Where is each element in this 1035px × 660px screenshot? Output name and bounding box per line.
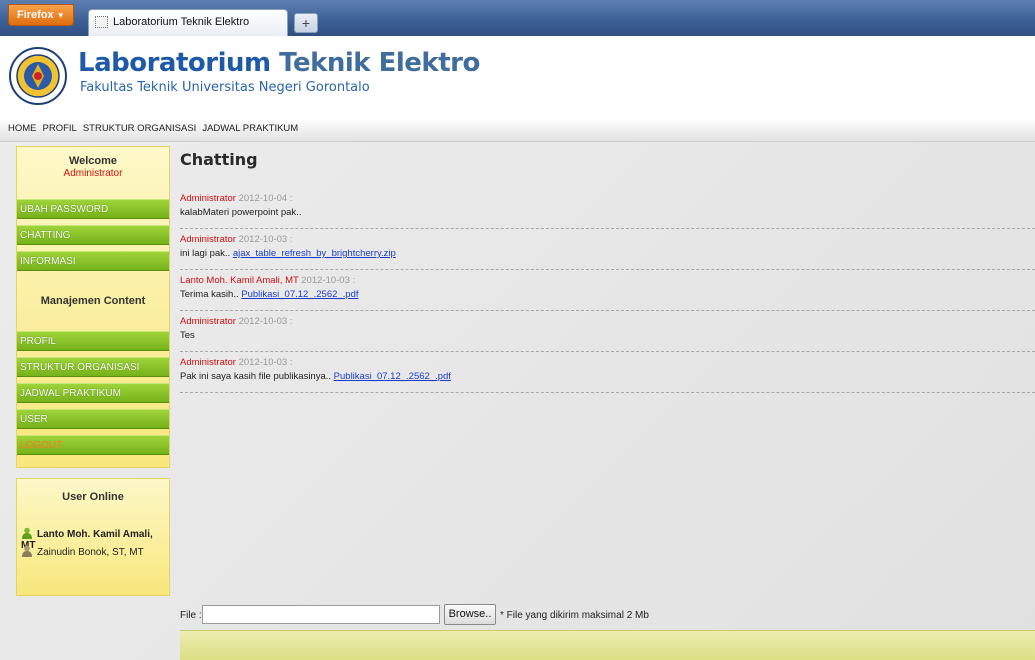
message-text: ini lagi pak.. <box>180 248 233 259</box>
top-navigation: HOME PROFIL STRUKTUR ORGANISASI JADWAL P… <box>0 118 1035 142</box>
menu-profil[interactable]: PROFIL <box>17 331 169 351</box>
nav-home[interactable]: HOME <box>8 118 37 140</box>
file-upload-row: File : Browse.. * File yang dikirim maks… <box>180 604 1035 628</box>
site-title-part1: Laboratorium <box>78 48 271 78</box>
chat-message: Lanto Moh. Kamil Amali, MT 2012-10-03 : … <box>180 270 1035 311</box>
firefox-menu-button[interactable]: Firefox ▼ <box>8 4 74 26</box>
chat-message: Administrator 2012-10-03 : ini lagi pak.… <box>180 229 1035 270</box>
file-size-note: * File yang dikirim maksimal 2 Mb <box>500 610 649 621</box>
university-seal-icon <box>9 47 67 105</box>
chat-input-bar[interactable] <box>180 630 1035 660</box>
file-path-input[interactable] <box>202 605 440 624</box>
nav-struktur-organisasi[interactable]: STRUKTUR ORGANISASI <box>83 118 197 140</box>
chat-message: Administrator 2012-10-03 : Pak ini saya … <box>180 352 1035 393</box>
chat-message: Administrator 2012-10-03 : Tes <box>180 311 1035 352</box>
browser-titlebar: Firefox ▼ Laboratorium Teknik Elektro + <box>0 0 1035 36</box>
message-author: Administrator <box>180 234 236 245</box>
plus-icon: + <box>301 15 311 31</box>
message-date: 2012-10-03 : <box>301 275 356 286</box>
user-online-panel: User Online Lanto Moh. Kamil Amali, MT Z… <box>16 478 170 596</box>
chat-message-list: Administrator 2012-10-04 : kalabMateri p… <box>180 188 1035 393</box>
menu-panel: Welcome Administrator UBAH PASSWORD CHAT… <box>16 146 170 468</box>
user-online-title: User Online <box>62 491 124 503</box>
site-title-part2: Teknik Elektro <box>279 48 480 78</box>
message-text: Terima kasih.. <box>180 289 242 300</box>
sidebar: Welcome Administrator UBAH PASSWORD CHAT… <box>16 146 170 596</box>
site-header: Laboratorium Teknik Elektro Fakultas Tek… <box>0 36 1035 118</box>
nav-jadwal-praktikum[interactable]: JADWAL PRAKTIKUM <box>202 118 298 140</box>
nav-profil[interactable]: PROFIL <box>43 118 77 140</box>
message-text: kalabMateri powerpoint pak.. <box>180 207 302 218</box>
message-author: Administrator <box>180 193 236 204</box>
user-idle-icon <box>22 545 32 557</box>
message-author: Lanto Moh. Kamil Amali, MT <box>180 275 299 286</box>
site-title: Laboratorium Teknik Elektro <box>78 48 480 78</box>
message-author: Administrator <box>180 357 236 368</box>
attachment-link[interactable]: Publikasi_07.12_.2562_.pdf <box>241 289 358 300</box>
message-text: Pak ini saya kasih file publikasinya.. <box>180 371 334 382</box>
menu-user[interactable]: USER <box>17 409 169 429</box>
message-date: 2012-10-03 : <box>238 234 293 245</box>
attachment-link[interactable]: Publikasi_07.12_.2562_.pdf <box>334 371 451 382</box>
menu-struktur-organisasi[interactable]: STRUKTUR ORGANISASI <box>17 357 169 377</box>
firefox-menu-label: Firefox <box>17 9 54 21</box>
content-management-title: Manajemen Content <box>40 295 146 307</box>
message-date: 2012-10-03 : <box>238 316 293 327</box>
chevron-down-icon: ▼ <box>56 11 65 20</box>
user-online-icon <box>22 527 32 539</box>
browser-tab[interactable]: Laboratorium Teknik Elektro <box>88 9 288 36</box>
main-content: Chatting Administrator 2012-10-04 : kala… <box>180 146 1035 660</box>
message-text: Tes <box>180 330 195 341</box>
chat-message: Administrator 2012-10-04 : kalabMateri p… <box>180 188 1035 229</box>
online-user-name: Zainudin Bonok, ST, MT <box>37 547 144 558</box>
favicon-icon <box>95 16 108 28</box>
menu-ubah-password[interactable]: UBAH PASSWORD <box>17 199 169 219</box>
menu-chatting[interactable]: CHATTING <box>17 225 169 245</box>
new-tab-button[interactable]: + <box>294 13 318 33</box>
welcome-user: Administrator <box>63 168 123 179</box>
menu-logout[interactable]: LOGOUT <box>17 435 169 455</box>
message-date: 2012-10-04 : <box>238 193 293 204</box>
online-user-item[interactable]: Zainudin Bonok, ST, MT <box>21 545 144 558</box>
site-subtitle: Fakultas Teknik Universitas Negeri Goron… <box>80 80 370 95</box>
tab-title: Laboratorium Teknik Elektro <box>113 16 250 28</box>
page-title: Chatting <box>180 150 258 169</box>
message-author: Administrator <box>180 316 236 327</box>
welcome-title: Welcome <box>68 155 118 167</box>
file-label: File : <box>180 610 202 621</box>
message-date: 2012-10-03 : <box>238 357 293 368</box>
menu-jadwal-praktikum[interactable]: JADWAL PRAKTIKUM <box>17 383 169 403</box>
attachment-link[interactable]: ajax_table_refresh_by_brightcherry.zip <box>233 248 396 259</box>
menu-informasi[interactable]: INFORMASI <box>17 251 169 271</box>
browse-button[interactable]: Browse.. <box>444 604 496 625</box>
